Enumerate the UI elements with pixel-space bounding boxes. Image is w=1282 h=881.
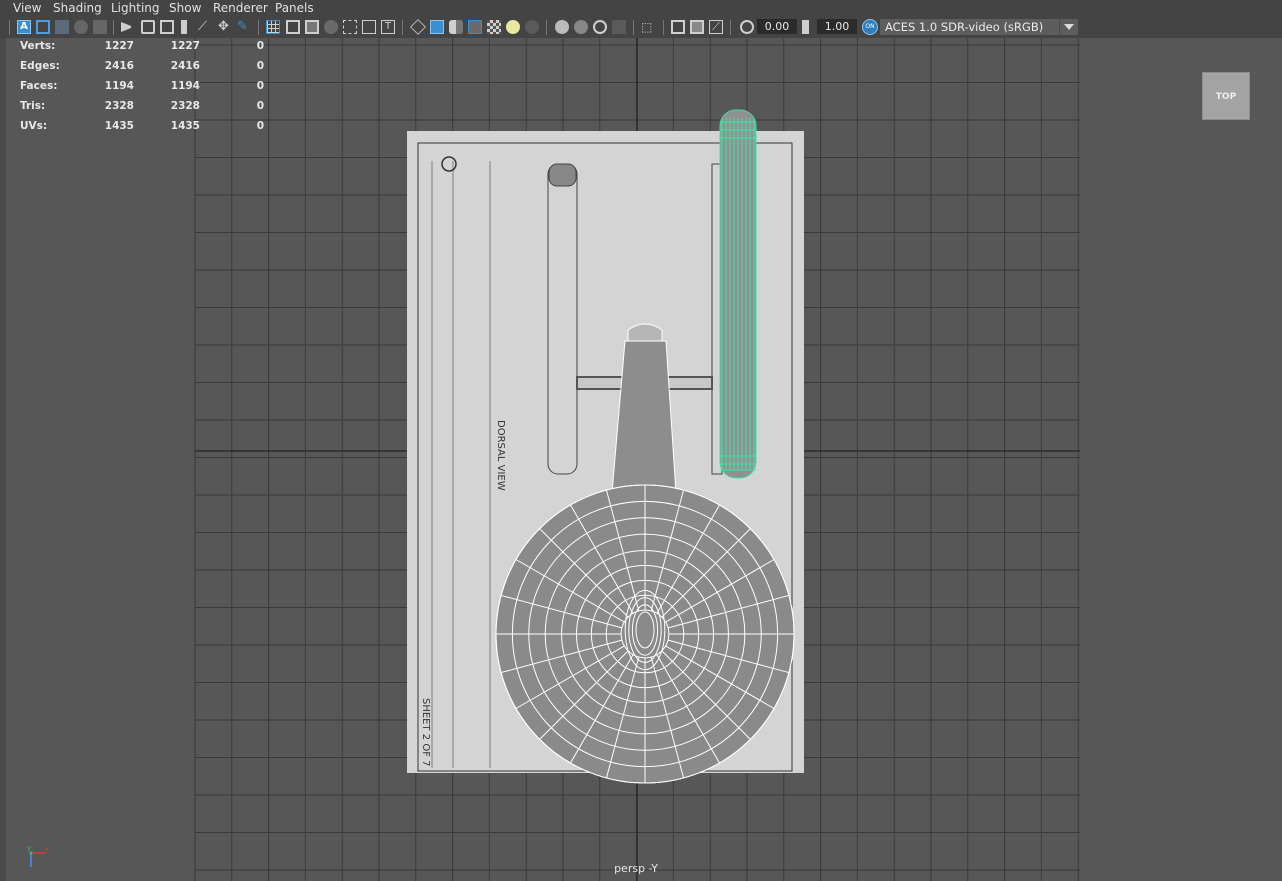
gamma-icon[interactable] [802, 20, 812, 34]
isolate-select-icon[interactable]: ⬚ [641, 20, 655, 34]
gamma-field[interactable]: 1.00 [817, 19, 857, 34]
hud-label-uvs: UVs: [20, 120, 48, 132]
gate-mask-icon[interactable] [324, 20, 338, 34]
hud-value: 2416 [170, 60, 200, 72]
wireframe-on-shaded-icon[interactable] [468, 20, 482, 34]
camera-attributes-icon[interactable] [36, 20, 50, 34]
blueprint-title: DORSAL VIEW [495, 420, 506, 491]
toolbar-separator [730, 20, 731, 35]
color-management-toggle-icon[interactable]: ON [862, 19, 878, 35]
depth-of-field-icon[interactable] [671, 20, 685, 34]
grid-icon[interactable] [266, 20, 280, 34]
bookmark-icon[interactable] [55, 20, 69, 34]
safe-title-icon[interactable]: T [381, 20, 395, 34]
menu-show[interactable]: Show [165, 0, 205, 17]
smooth-shade-cube-icon[interactable] [430, 20, 444, 34]
menu-panels[interactable]: Panels [271, 0, 318, 17]
exposure-field[interactable]: 0.00 [757, 19, 797, 34]
screen-space-ao-icon[interactable] [612, 20, 626, 34]
hud-label-verts: Verts: [20, 40, 56, 52]
anti-aliasing-icon[interactable]: ⟋ [709, 20, 723, 34]
panel-menubar: View Shading Lighting Show Renderer Pane… [0, 0, 1282, 17]
move-manip-icon[interactable]: ✥ [218, 20, 232, 34]
toolbar-separator [633, 20, 634, 35]
hud-label-tris: Tris: [20, 100, 46, 112]
bookmark-flag-icon[interactable] [181, 20, 187, 34]
axis-y-label: y [27, 844, 31, 852]
nacelle-selected-mesh[interactable] [719, 109, 757, 479]
field-chart-icon[interactable] [343, 20, 357, 34]
camera-name-label: persp -Y [614, 862, 658, 875]
color-management-label: ACES 1.0 SDR-video (sRGB) [885, 20, 1044, 34]
toolbar-separator [402, 20, 403, 35]
exposure-icon[interactable] [740, 20, 754, 34]
hud-value: 2328 [104, 100, 134, 112]
xray-icon[interactable] [555, 20, 569, 34]
hud-value: 0 [256, 100, 264, 112]
toolbar-separator [663, 20, 664, 35]
toolbar-separator [258, 20, 259, 35]
toolbar-separator [546, 20, 547, 35]
safe-action-frame-icon[interactable] [362, 20, 376, 34]
toolbar-separator [113, 20, 114, 35]
lights-icon[interactable] [506, 20, 520, 34]
resolution-gate-icon[interactable] [305, 20, 319, 34]
grease-pencil-icon[interactable]: ⟋ [198, 20, 212, 34]
image-plane-icon[interactable] [74, 20, 88, 34]
menu-shading[interactable]: Shading [49, 0, 106, 17]
pencil-icon[interactable]: ✎ [237, 20, 251, 34]
xray-joints-icon[interactable] [593, 20, 607, 34]
film-gate-icon[interactable] [160, 20, 174, 34]
blueprint-sheet: SHEET 2 OF 7 [420, 698, 431, 767]
hud-value: 1194 [170, 80, 200, 92]
hud-value: 0 [256, 60, 264, 72]
hud-label-faces: Faces: [20, 80, 58, 92]
motion-blur-icon[interactable] [690, 20, 704, 34]
textured-icon[interactable] [487, 20, 501, 34]
hud-value: 1194 [104, 80, 134, 92]
menu-view[interactable]: View [9, 0, 45, 17]
chevron-down-icon[interactable] [1059, 19, 1078, 35]
hud-value: 1435 [104, 120, 134, 132]
default-material-icon[interactable] [449, 20, 463, 34]
select-camera-icon[interactable]: A [17, 20, 31, 34]
film-gate-frame-icon[interactable] [286, 20, 300, 34]
hud-value: 2328 [170, 100, 200, 112]
hud-value: 0 [256, 120, 264, 132]
hud-value: 2416 [104, 60, 134, 72]
hud-value: 1435 [170, 120, 200, 132]
hud-value: 0 [256, 40, 264, 52]
menu-lighting[interactable]: Lighting [107, 0, 164, 17]
axis-x-label: x [45, 845, 49, 853]
saucer-mesh[interactable] [495, 484, 795, 784]
hud-value: 1227 [170, 40, 200, 52]
viewcube-top[interactable]: TOP [1202, 72, 1250, 120]
hud-value: 1227 [104, 40, 134, 52]
viewport-3d[interactable]: DORSAL VIEW SHEET 2 OF 7 x y [0, 38, 1282, 881]
menu-renderer[interactable]: Renderer [209, 0, 272, 17]
panel-toolbar: A ⟋ ✥ ✎ T ⬚ ⟋ 0.00 1.00 ON ACES 1.0 SDR-… [0, 17, 1282, 39]
hud-value: 0 [256, 80, 264, 92]
safe-action-icon[interactable] [141, 20, 155, 34]
xray-active-icon[interactable] [574, 20, 588, 34]
hud-label-edges: Edges: [20, 60, 60, 72]
shadows-icon[interactable] [525, 20, 539, 34]
wireframe-cube-icon[interactable] [410, 19, 426, 35]
toolbar-separator [9, 20, 10, 35]
color-management-select[interactable]: ACES 1.0 SDR-video (sRGB) [880, 19, 1078, 35]
twod-pan-zoom-icon[interactable] [93, 20, 107, 34]
camera-icon[interactable] [121, 22, 131, 32]
